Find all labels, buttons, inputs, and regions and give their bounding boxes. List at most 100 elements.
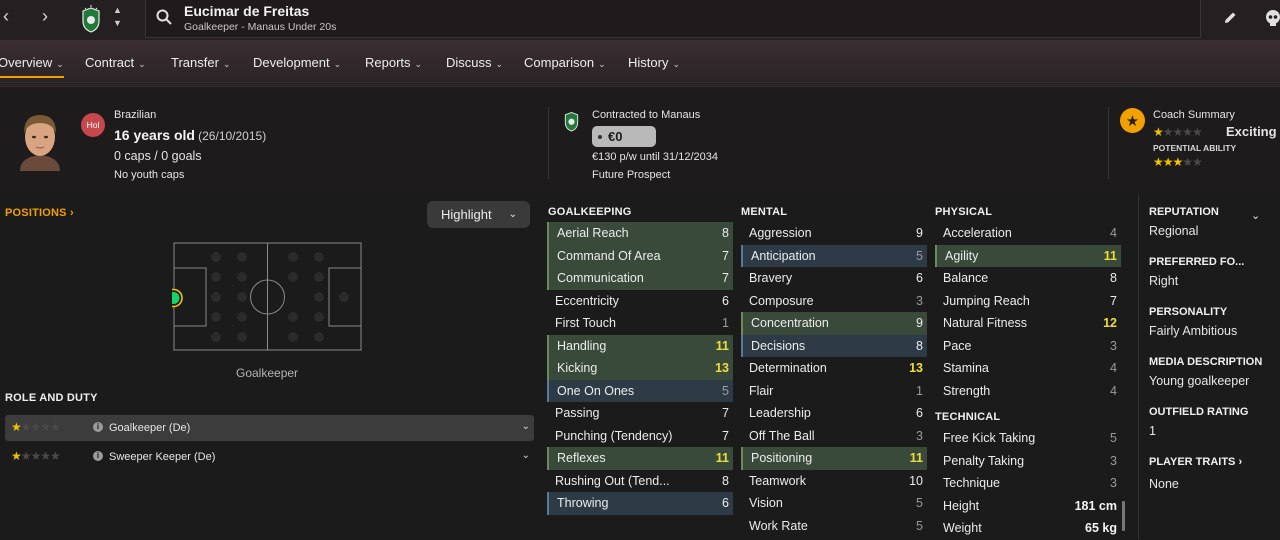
player-header: Hol Brazilian 16 years old (26/10/2015) … — [0, 86, 1280, 194]
tab-overview[interactable]: Overview ⌄ — [0, 55, 64, 78]
attribute-row-rushing-out-tend[interactable]: Rushing Out (Tend... 8 — [547, 470, 733, 493]
attribute-name: Balance — [943, 271, 989, 285]
contract-title: Contracted to Manaus — [592, 109, 701, 121]
skull-icon[interactable] — [1264, 9, 1280, 27]
attribute-value: 181 cm — [1074, 498, 1117, 513]
tab-history[interactable]: History ⌄ — [628, 55, 680, 70]
attribute-row-free-kick-taking[interactable]: Free Kick Taking 5 — [935, 427, 1121, 450]
player-search-bar[interactable]: Eucimar de Freitas Goalkeeper - Manaus U… — [145, 0, 1201, 38]
attribute-row-strength[interactable]: Strength 4 — [935, 380, 1121, 403]
attribute-row-agility[interactable]: Agility 11 — [935, 244, 1121, 267]
highlight-dropdown[interactable]: Highlight ⌄ — [427, 201, 530, 228]
chevron-down-icon[interactable]: ⌄ — [522, 450, 530, 461]
attribute-row-off-the-ball[interactable]: Off The Ball 3 — [741, 425, 927, 448]
attribute-row-composure[interactable]: Composure 3 — [741, 290, 927, 313]
player-traits-link[interactable]: PLAYER TRAITS › — [1149, 456, 1242, 468]
player-switch-icon[interactable]: ▲ ▼ — [113, 4, 122, 30]
physical-attributes: Acceleration 4 Agility 11 Balance 8 Jumping Re… — [935, 222, 1121, 402]
top-bar: ‹ › ▲ ▼ Eucimar de Freitas Goalkeeper - M… — [0, 0, 1280, 40]
attribute-row-anticipation[interactable]: Anticipation 5 — [741, 244, 927, 267]
attribute-name: Technique — [943, 476, 1000, 490]
attribute-row-positioning[interactable]: Positioning 11 — [741, 447, 927, 470]
attribute-row-one-on-ones[interactable]: One On Ones 5 — [547, 379, 733, 402]
info-icon[interactable]: i — [93, 451, 103, 461]
coach-summary-text: Exciting y — [1226, 124, 1280, 139]
attribute-row-reflexes[interactable]: Reflexes 11 — [547, 447, 733, 470]
tab-reports[interactable]: Reports ⌄ — [365, 55, 422, 70]
attribute-row-natural-fitness[interactable]: Natural Fitness 12 — [935, 312, 1121, 335]
chevron-right-icon[interactable]: › — [35, 6, 55, 27]
chevron-down-icon[interactable]: ⌄ — [1251, 209, 1260, 222]
attribute-row-teamwork[interactable]: Teamwork 10 — [741, 470, 927, 493]
role-row-goalkeeper[interactable]: ★★★★★ i Goalkeeper (De) ⌄ — [5, 415, 534, 441]
player-subtitle: Goalkeeper - Manaus Under 20s — [184, 21, 337, 33]
attribute-row-first-touch[interactable]: First Touch 1 — [547, 312, 733, 335]
attribute-row-vision[interactable]: Vision 5 — [741, 492, 927, 515]
attribute-row-communication[interactable]: Communication 7 — [547, 267, 733, 290]
attribute-row-acceleration[interactable]: Acceleration 4 — [935, 222, 1121, 245]
role-name: Goalkeeper (De) — [109, 422, 191, 434]
tab-bar: Overview ⌄ Contract ⌄ Transfer ⌄ Developmen… — [0, 40, 1280, 86]
tab-transfer[interactable]: Transfer ⌄ — [171, 55, 230, 70]
attribute-row-penalty-taking[interactable]: Penalty Taking 3 — [935, 450, 1121, 473]
attribute-name: Command Of Area — [557, 248, 661, 263]
attribute-row-pace[interactable]: Pace 3 — [935, 335, 1121, 358]
current-ability-stars: ★★★★★ — [1153, 125, 1203, 139]
edit-icon[interactable] — [1222, 10, 1238, 26]
attribute-row-flair[interactable]: Flair 1 — [741, 380, 927, 403]
player-traits-value: None — [1149, 477, 1179, 491]
technical-title: TECHNICAL — [935, 411, 1001, 423]
role-row-sweeper-keeper[interactable]: ★★★★★ i Sweeper Keeper (De) ⌄ — [5, 444, 534, 470]
info-icon[interactable]: i — [93, 422, 103, 432]
attribute-row-command-of-area[interactable]: Command Of Area 7 — [547, 244, 733, 267]
attribute-row-concentration[interactable]: Concentration 9 — [741, 312, 927, 335]
attribute-row-kicking[interactable]: Kicking 13 — [547, 357, 733, 380]
attribute-row-handling[interactable]: Handling 11 — [547, 334, 733, 357]
attribute-row-height[interactable]: Height 181 cm — [935, 495, 1121, 518]
tab-contract[interactable]: Contract ⌄ — [85, 55, 146, 70]
attribute-value: 5 — [1110, 431, 1117, 445]
attribute-row-leadership[interactable]: Leadership 6 — [741, 402, 927, 425]
tab-discuss[interactable]: Discuss ⌄ — [446, 55, 503, 70]
chevron-left-icon[interactable]: ‹ — [0, 6, 16, 27]
attribute-row-technique[interactable]: Technique 3 — [935, 472, 1121, 495]
attribute-row-jumping-reach[interactable]: Jumping Reach 7 — [935, 290, 1121, 313]
attribute-name: Leadership — [749, 406, 811, 420]
attribute-value: 8 — [722, 226, 729, 240]
attribute-value: 11 — [1103, 248, 1117, 263]
technical-attributes: Free Kick Taking 5 Penalty Taking 3 Techniqu… — [935, 427, 1121, 540]
attribute-row-throwing[interactable]: Throwing 6 — [547, 492, 733, 515]
attribute-row-eccentricity[interactable]: Eccentricity 6 — [547, 290, 733, 313]
attribute-row-bravery[interactable]: Bravery 6 — [741, 267, 927, 290]
attribute-value: 3 — [1110, 338, 1117, 353]
attribute-row-aggression[interactable]: Aggression 9 — [741, 222, 927, 245]
attribute-row-determination[interactable]: Determination 13 — [741, 357, 927, 380]
attribute-name: Anticipation — [751, 248, 816, 263]
attribute-row-aerial-reach[interactable]: Aerial Reach 8 — [547, 222, 733, 245]
header-divider-2 — [1108, 107, 1109, 179]
attribute-name: Eccentricity — [555, 293, 619, 308]
attribute-row-punching-tendency[interactable]: Punching (Tendency) 7 — [547, 425, 733, 448]
chevron-down-icon[interactable]: ⌄ — [522, 421, 530, 432]
attribute-value: 5 — [916, 496, 923, 510]
attribute-name: Rushing Out (Tend... — [555, 473, 670, 488]
positions-link[interactable]: POSITIONS › — [5, 207, 74, 219]
attribute-row-passing[interactable]: Passing 7 — [547, 402, 733, 425]
tab-comparison[interactable]: Comparison ⌄ — [524, 55, 606, 70]
attributes-scrollbar[interactable] — [1122, 501, 1125, 531]
outfield-rating-value: 1 — [1149, 424, 1156, 438]
value-pill[interactable]: €0 — [592, 126, 656, 147]
attribute-row-weight[interactable]: Weight 65 kg — [935, 517, 1121, 540]
attribute-row-work-rate[interactable]: Work Rate 5 — [741, 515, 927, 538]
media-description-title: MEDIA DESCRIPTION — [1149, 356, 1263, 368]
youth-caps: No youth caps — [114, 169, 185, 181]
attribute-name: Handling — [557, 338, 607, 353]
attribute-row-decisions[interactable]: Decisions 8 — [741, 334, 927, 357]
attribute-name: Weight — [943, 521, 982, 535]
attribute-row-balance[interactable]: Balance 8 — [935, 267, 1121, 290]
attribute-value: 65 kg — [1085, 521, 1117, 535]
nationality: Brazilian — [114, 109, 157, 121]
attribute-row-stamina[interactable]: Stamina 4 — [935, 357, 1121, 380]
tab-development[interactable]: Development ⌄ — [253, 55, 341, 70]
attribute-value: 11 — [715, 451, 729, 465]
